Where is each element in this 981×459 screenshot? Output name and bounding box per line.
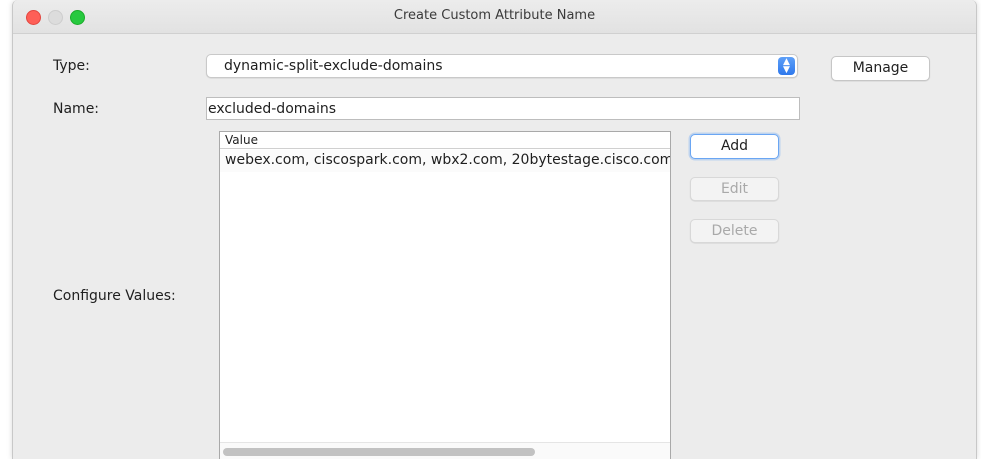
up-down-chevron-icon: ▲ ▼	[778, 57, 795, 75]
value-column-header[interactable]: Value	[220, 132, 670, 149]
table-row[interactable]: webex.com, ciscospark.com, wbx2.com, 20b…	[220, 150, 670, 172]
title-bar: Create Custom Attribute Name	[13, 0, 976, 34]
name-label: Name:	[53, 101, 100, 117]
type-select[interactable]: dynamic-split-exclude-domains ▲ ▼	[206, 54, 798, 78]
window-title: Create Custom Attribute Name	[393, 8, 596, 23]
scrollbar-thumb[interactable]	[223, 448, 535, 456]
configure-values-label: Configure Values:	[53, 288, 176, 304]
values-table[interactable]: Value webex.com, ciscospark.com, wbx2.co…	[219, 131, 671, 459]
type-select-value: dynamic-split-exclude-domains	[224, 58, 443, 74]
dialog-window: Create Custom Attribute Name Type: dynam…	[12, 0, 977, 459]
delete-button[interactable]: Delete	[690, 219, 779, 243]
horizontal-scrollbar[interactable]	[220, 442, 670, 459]
edit-button[interactable]: Edit	[690, 177, 779, 201]
type-label: Type:	[53, 58, 90, 74]
add-button[interactable]: Add	[690, 134, 779, 159]
name-input[interactable]	[206, 97, 800, 120]
manage-button[interactable]: Manage	[831, 56, 930, 81]
